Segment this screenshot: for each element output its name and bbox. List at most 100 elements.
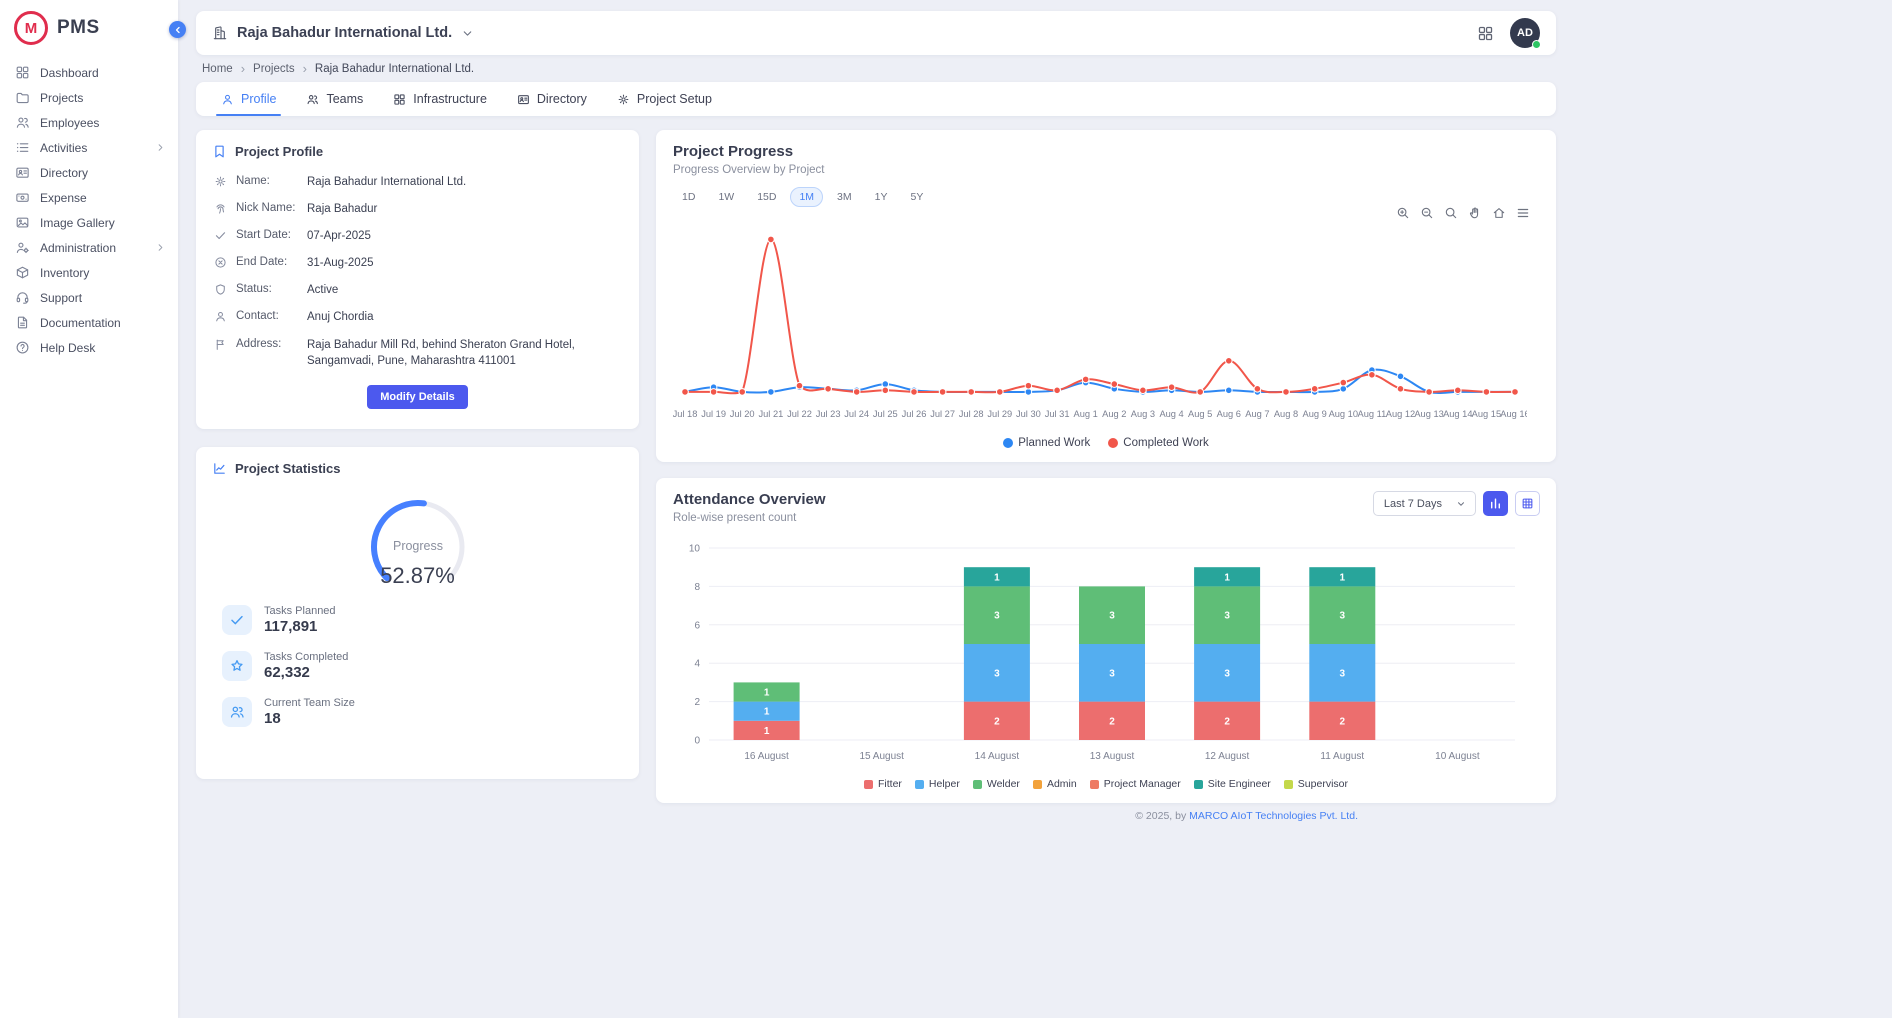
- company-link[interactable]: MARCO AIoT Technologies Pvt. Ltd.: [1189, 810, 1358, 822]
- breadcrumb-current: Raja Bahadur International Ltd.: [315, 63, 474, 75]
- svg-text:2: 2: [1109, 716, 1115, 727]
- svg-text:6: 6: [694, 620, 700, 631]
- folder-icon: [15, 90, 30, 105]
- bar-chart-view-toggle[interactable]: [1483, 491, 1508, 516]
- sidebar-item-image-gallery[interactable]: Image Gallery: [0, 210, 178, 235]
- svg-text:3: 3: [1224, 611, 1230, 622]
- field-value: Raja Bahadur Mill Rd, behind Sheraton Gr…: [307, 337, 615, 369]
- document-icon: [15, 315, 30, 330]
- range-1y-button[interactable]: 1Y: [866, 187, 897, 207]
- stat-label: Tasks Planned: [264, 605, 336, 617]
- legend-item-project-manager[interactable]: Project Manager: [1090, 778, 1181, 790]
- zoom-out-icon[interactable]: [1420, 206, 1434, 220]
- attendance-bar-chart: 024681011116 August15 August233114 Augus…: [673, 536, 1527, 774]
- sidebar-item-documentation[interactable]: Documentation: [0, 310, 178, 335]
- bar-chart-icon: [1489, 497, 1502, 510]
- progress-chart[interactable]: Jul 18Jul 19Jul 20Jul 21Jul 22Jul 23Jul …: [673, 211, 1539, 435]
- sidebar-item-activities[interactable]: Activities: [0, 135, 178, 160]
- field-value: Active: [307, 282, 338, 298]
- range-3m-button[interactable]: 3M: [828, 187, 861, 207]
- modify-details-button[interactable]: Modify Details: [367, 385, 468, 409]
- svg-text:13 August: 13 August: [1090, 751, 1135, 762]
- sidebar-item-dashboard[interactable]: Dashboard: [0, 60, 178, 85]
- legend-item-helper[interactable]: Helper: [915, 778, 960, 790]
- legend-item-site-engineer[interactable]: Site Engineer: [1194, 778, 1271, 790]
- sidebar-item-label: Dashboard: [40, 66, 166, 80]
- zoom-selection-icon[interactable]: [1444, 206, 1458, 220]
- people-icon: [15, 115, 30, 130]
- id-card-icon: [517, 93, 530, 106]
- grid-icon: [393, 93, 406, 106]
- svg-text:Jul 28: Jul 28: [959, 409, 984, 419]
- legend-item-completed-work[interactable]: Completed Work: [1108, 437, 1208, 449]
- avatar[interactable]: AD: [1510, 18, 1540, 48]
- svg-text:Jul 24: Jul 24: [844, 409, 869, 419]
- svg-text:Aug 13: Aug 13: [1414, 409, 1443, 419]
- sidebar-menu: Dashboard Projects Employees Activities …: [0, 56, 178, 364]
- avatar-initials: AD: [1517, 27, 1533, 39]
- tab-project-setup[interactable]: Project Setup: [602, 82, 727, 116]
- breadcrumb-home[interactable]: Home: [202, 63, 233, 75]
- range-1d-button[interactable]: 1D: [673, 187, 704, 207]
- sidebar-item-projects[interactable]: Projects: [0, 85, 178, 110]
- progress-line-chart: Jul 18Jul 19Jul 20Jul 21Jul 22Jul 23Jul …: [673, 211, 1527, 435]
- tab-bar: Profile Teams Infrastructure Directory P…: [196, 82, 1556, 116]
- svg-text:1: 1: [764, 726, 770, 737]
- dashboard-icon: [15, 65, 30, 80]
- range-15d-button[interactable]: 15D: [748, 187, 785, 207]
- tab-label: Directory: [537, 92, 587, 106]
- zoom-in-icon[interactable]: [1396, 206, 1410, 220]
- range-1m-button[interactable]: 1M: [790, 187, 823, 207]
- chevron-right-icon: ›: [303, 62, 307, 75]
- svg-text:Aug 7: Aug 7: [1245, 409, 1269, 419]
- field-label: Contact:: [236, 309, 298, 322]
- svg-text:Jul 27: Jul 27: [930, 409, 955, 419]
- sidebar-item-employees[interactable]: Employees: [0, 110, 178, 135]
- sidebar-collapse-button[interactable]: [169, 21, 186, 38]
- sidebar-item-administration[interactable]: Administration: [0, 235, 178, 260]
- svg-text:Aug 15: Aug 15: [1472, 409, 1501, 419]
- legend-item-welder[interactable]: Welder: [973, 778, 1020, 790]
- legend-item-supervisor[interactable]: Supervisor: [1284, 778, 1348, 790]
- tab-infrastructure[interactable]: Infrastructure: [378, 82, 502, 116]
- attendance-range-select[interactable]: Last 7 Days: [1373, 491, 1476, 516]
- breadcrumb-projects[interactable]: Projects: [253, 63, 295, 75]
- tab-profile[interactable]: Profile: [206, 82, 291, 116]
- table-view-toggle[interactable]: [1515, 491, 1540, 516]
- tab-teams[interactable]: Teams: [291, 82, 378, 116]
- svg-text:Jul 29: Jul 29: [987, 409, 1012, 419]
- sidebar-item-inventory[interactable]: Inventory: [0, 260, 178, 285]
- list-icon: [15, 140, 30, 155]
- company-switcher[interactable]: Raja Bahadur International Ltd.: [212, 25, 474, 41]
- sidebar-item-expense[interactable]: Expense: [0, 185, 178, 210]
- tab-label: Teams: [326, 92, 363, 106]
- apps-grid-icon[interactable]: [1477, 25, 1494, 42]
- sidebar-item-label: Inventory: [40, 266, 166, 280]
- svg-text:Jul 30: Jul 30: [1016, 409, 1041, 419]
- attendance-chart[interactable]: 024681011116 August15 August233114 Augus…: [673, 536, 1539, 774]
- svg-text:Aug 6: Aug 6: [1217, 409, 1241, 419]
- legend-item-admin[interactable]: Admin: [1033, 778, 1077, 790]
- card-title: Project Progress: [673, 143, 1539, 160]
- sidebar-item-support[interactable]: Support: [0, 285, 178, 310]
- tab-directory[interactable]: Directory: [502, 82, 602, 116]
- range-5y-button[interactable]: 5Y: [901, 187, 932, 207]
- field-value: Raja Bahadur: [307, 201, 377, 217]
- project-profile-card: Project Profile Name: Raja Bahadur Inter…: [196, 130, 639, 429]
- legend-item-fitter[interactable]: Fitter: [864, 778, 902, 790]
- building-icon: [212, 25, 228, 41]
- range-1w-button[interactable]: 1W: [709, 187, 743, 207]
- app-logo[interactable]: M PMS: [0, 0, 178, 56]
- menu-icon[interactable]: [1516, 206, 1530, 220]
- home-icon[interactable]: [1492, 206, 1506, 220]
- field-value: 31-Aug-2025: [307, 255, 374, 271]
- pan-icon[interactable]: [1468, 206, 1482, 220]
- project-progress-card: Project Progress Progress Overview by Pr…: [656, 130, 1556, 462]
- sidebar-item-directory[interactable]: Directory: [0, 160, 178, 185]
- field-label: Status:: [236, 282, 298, 295]
- copyright-text: © 2025, by: [1135, 810, 1186, 822]
- people-icon: [306, 93, 319, 106]
- sidebar-item-help-desk[interactable]: Help Desk: [0, 335, 178, 360]
- tab-label: Infrastructure: [413, 92, 487, 106]
- legend-item-planned-work[interactable]: Planned Work: [1003, 437, 1090, 449]
